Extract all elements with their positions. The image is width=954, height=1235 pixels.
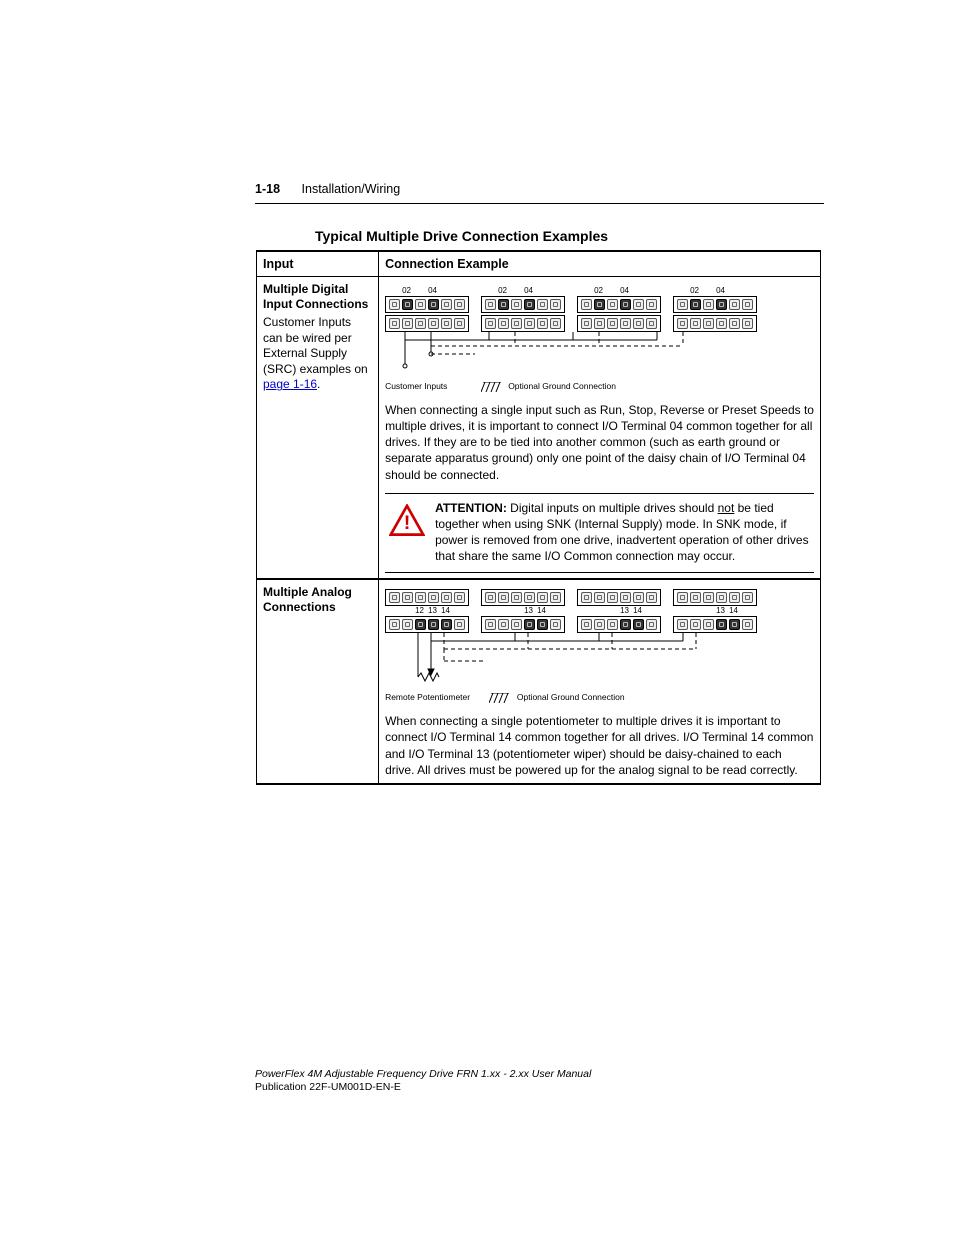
input-cell: Multiple Digital Input Connections Custo… xyxy=(257,277,379,580)
diagram-right-caption: Optional Ground Connection xyxy=(517,692,625,702)
footer-line2: Publication 22F-UM001D-EN-E xyxy=(255,1081,401,1093)
terminal-label: 14 xyxy=(728,606,739,615)
attention-text: ATTENTION: Digital inputs on multiple dr… xyxy=(435,500,810,565)
terminal-label: 13 xyxy=(427,606,438,615)
input-cell: Multiple Analog Connections xyxy=(257,579,379,784)
input-title: Multiple Digital Input Connections xyxy=(263,282,372,312)
section-name: Installation/Wiring xyxy=(302,182,401,196)
attention-label: ATTENTION: xyxy=(435,501,507,515)
table-row: Multiple Analog Connections 12 13 14 xyxy=(257,579,821,784)
ground-icon xyxy=(489,693,511,703)
terminal-label: 13 xyxy=(523,606,534,615)
page-header: 1-18 Installation/Wiring xyxy=(255,182,824,196)
terminal-label: 02 xyxy=(401,286,412,295)
example-cell: 12 13 14 1 xyxy=(379,579,821,784)
diagram-left-caption: Remote Potentiometer xyxy=(385,692,470,702)
page-footer: PowerFlex 4M Adjustable Frequency Drive … xyxy=(255,1068,591,1095)
paragraph: When connecting a single potentiometer t… xyxy=(385,713,814,778)
terminal-label: 13 xyxy=(619,606,630,615)
attention-box: ! ATTENTION: Digital inputs on multiple … xyxy=(385,493,814,574)
ground-icon xyxy=(481,382,503,392)
header-divider xyxy=(255,203,824,204)
connection-examples-table: Input Connection Example Multiple Digita… xyxy=(256,250,821,785)
terminal-block: 02 04 xyxy=(481,286,565,332)
terminal-block: 02 04 xyxy=(673,286,757,332)
attention-not: not xyxy=(718,501,735,515)
terminal-label: 14 xyxy=(440,606,451,615)
wire-diagram xyxy=(385,332,725,376)
diagram-right-caption: Optional Ground Connection xyxy=(508,381,616,391)
input-desc-post: . xyxy=(317,377,320,391)
col-header-input: Input xyxy=(257,251,379,277)
diagram-caption-row: Remote Potentiometer Optional Ground Con… xyxy=(385,692,814,703)
terminal-label: 04 xyxy=(715,286,726,295)
terminal-block: 02 04 xyxy=(385,286,469,332)
terminal-label: 12 xyxy=(414,606,425,615)
terminal-label: 14 xyxy=(632,606,643,615)
terminal-label: 04 xyxy=(523,286,534,295)
terminal-block: 13 14 xyxy=(673,589,757,633)
attention-icon: ! xyxy=(389,504,425,538)
analog-diagram: 12 13 14 1 xyxy=(385,585,814,707)
page-number: 1-18 xyxy=(255,182,280,196)
terminal-label: 02 xyxy=(689,286,700,295)
terminal-label: 02 xyxy=(593,286,604,295)
svg-text:!: ! xyxy=(404,512,411,534)
section-title: Typical Multiple Drive Connection Exampl… xyxy=(315,228,608,244)
diagram-caption-row: Customer Inputs Optional Ground Connecti… xyxy=(385,381,814,392)
terminal-block: 02 04 xyxy=(577,286,661,332)
attention-pre: Digital inputs on multiple drives should xyxy=(507,501,718,515)
terminal-label: 04 xyxy=(427,286,438,295)
terminal-label: 13 xyxy=(715,606,726,615)
footer-line1: PowerFlex 4M Adjustable Frequency Drive … xyxy=(255,1068,591,1080)
diagram-left-caption: Customer Inputs xyxy=(385,381,447,391)
wire-diagram xyxy=(385,633,725,687)
terminal-block: 13 14 xyxy=(577,589,661,633)
input-description: Customer Inputs can be wired per Externa… xyxy=(263,315,372,393)
example-cell: 02 04 02 xyxy=(379,277,821,580)
table-header-row: Input Connection Example xyxy=(257,251,821,277)
digital-diagram: 02 04 02 xyxy=(385,282,814,396)
terminal-block: 13 14 xyxy=(481,589,565,633)
terminal-label: 02 xyxy=(497,286,508,295)
input-desc-pre: Customer Inputs can be wired per Externa… xyxy=(263,315,368,376)
terminal-block: 12 13 14 xyxy=(385,589,469,633)
paragraph: When connecting a single input such as R… xyxy=(385,402,814,483)
terminal-label: 14 xyxy=(536,606,547,615)
table-row: Multiple Digital Input Connections Custo… xyxy=(257,277,821,580)
page-link[interactable]: page 1-16 xyxy=(263,377,317,391)
terminal-label: 04 xyxy=(619,286,630,295)
col-header-example: Connection Example xyxy=(379,251,821,277)
input-title: Multiple Analog Connections xyxy=(263,585,372,615)
